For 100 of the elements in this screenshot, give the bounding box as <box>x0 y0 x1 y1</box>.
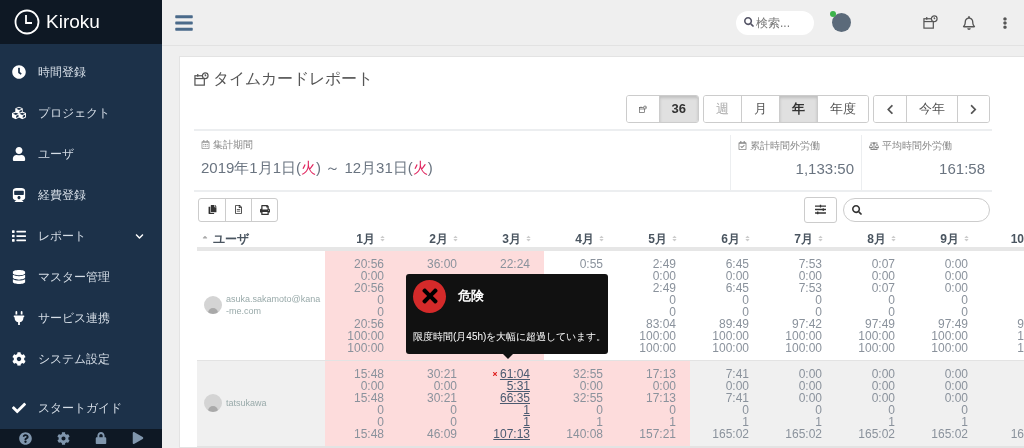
table-value: 0 <box>742 403 749 416</box>
table-value: 100:00 <box>712 341 749 354</box>
table-value: 1 <box>742 415 749 428</box>
value-link[interactable]: 1 <box>523 415 530 428</box>
settings-icon[interactable] <box>56 431 70 445</box>
table-value: 6:45 <box>725 281 749 294</box>
play-icon[interactable] <box>131 432 144 445</box>
column-header[interactable]: 2月 <box>398 229 471 248</box>
app-name: Kiroku <box>46 9 100 34</box>
clock-logo-icon <box>14 8 40 35</box>
table-value: 17:13 <box>645 367 676 380</box>
value-link[interactable]: 107:13 <box>493 427 530 440</box>
help-icon[interactable] <box>18 431 32 445</box>
sort-icon <box>963 235 970 242</box>
user-name: asuka.sakamoto@kana-me.com <box>226 293 321 317</box>
user-avatar <box>204 296 222 314</box>
avatar[interactable] <box>832 13 851 32</box>
table-value: 165:02 <box>785 427 822 440</box>
table-value: 1 <box>1017 329 1024 342</box>
table-value: 46:09 <box>426 427 457 440</box>
search-field[interactable]: 検索... <box>736 11 814 35</box>
column-header[interactable]: 1月 <box>325 229 398 248</box>
menu-icon[interactable] <box>174 12 194 33</box>
table-value: 100:00 <box>639 341 676 354</box>
column-header[interactable]: ユーザ <box>197 229 325 248</box>
sidebar-item[interactable]: プロジェクト <box>0 92 162 134</box>
table-value: 7:41 <box>725 367 749 380</box>
sidebar-item[interactable]: マスター管理 <box>0 256 162 298</box>
bell-icon[interactable] <box>962 15 976 30</box>
value-link[interactable]: 1 <box>523 403 530 416</box>
table-value: 0:00 <box>944 281 968 294</box>
value-link[interactable]: 61:04 <box>499 367 530 380</box>
table-value: 0 <box>815 403 822 416</box>
column-header[interactable]: 4月 <box>544 229 617 248</box>
table-value: 100:00 <box>347 329 384 342</box>
column-header[interactable]: 7月 <box>763 229 836 248</box>
toolbar-button[interactable]: 年 <box>779 96 817 122</box>
table-value: 0:00 <box>652 379 676 392</box>
table-value: 100:00 <box>785 329 822 342</box>
stat-label: 平均時間外労働 <box>882 139 952 153</box>
table-value: 100:00 <box>931 341 968 354</box>
table-value: 15:48 <box>353 427 384 440</box>
copy-icon <box>207 205 217 214</box>
table-value: 97:49 <box>937 317 968 330</box>
chevron-left-icon <box>886 103 894 115</box>
user-icon <box>12 147 26 162</box>
table-value: 0:00 <box>725 269 749 282</box>
sidebar-item[interactable]: 経費登録 <box>0 174 162 216</box>
column-header[interactable]: 8月 <box>836 229 909 248</box>
column-header[interactable]: 6月 <box>690 229 763 248</box>
table-value: 0:00 <box>798 367 822 380</box>
table-value: 0:00 <box>944 379 968 392</box>
table-value: 0 <box>669 305 676 318</box>
table-value: 0:00 <box>798 391 822 404</box>
filter-button[interactable] <box>804 196 837 223</box>
search-icon <box>744 17 754 27</box>
table-value: 36:00 <box>426 257 457 270</box>
table-value: 1 <box>961 415 968 428</box>
table-value: 22:24 <box>499 257 530 270</box>
column-header[interactable]: 10 <box>982 229 1024 248</box>
sort-icon <box>817 235 824 242</box>
sliders-icon <box>815 204 826 215</box>
sidebar-item[interactable]: レポート <box>0 215 162 257</box>
sort-icon <box>744 235 751 242</box>
table-value: 6:45 <box>725 257 749 270</box>
table-value: 0:55 <box>579 257 603 270</box>
sidebar-item[interactable]: スタートガイド <box>0 387 162 429</box>
clock-icon <box>12 65 26 80</box>
column-header[interactable]: 9月 <box>909 229 982 248</box>
column-header[interactable]: 5月 <box>617 229 690 248</box>
sort-icon <box>379 235 386 242</box>
toolbar-button[interactable]: 年度 <box>817 96 868 122</box>
stat-label: 累計時間外労働 <box>750 139 820 153</box>
stat-value: 1,133:50 <box>795 159 854 179</box>
table-value: 1 <box>596 415 603 428</box>
table-value: 0 <box>888 403 895 416</box>
table-value: 0 <box>450 403 457 416</box>
table-value: 0 <box>961 403 968 416</box>
table-value: 97:49 <box>864 317 895 330</box>
page-title: タイムカードレポート <box>213 69 373 89</box>
table-value: 0 <box>742 293 749 306</box>
sidebar-item[interactable]: 時間登録 <box>0 51 162 93</box>
period-label: 集計期間 <box>213 138 253 152</box>
lock-icon[interactable] <box>94 432 107 445</box>
sidebar-item[interactable]: システム設定 <box>0 338 162 380</box>
sidebar-item[interactable]: ユーザ <box>0 133 162 175</box>
table-value: 0:00 <box>798 269 822 282</box>
toolbar-button[interactable]: 36 <box>658 96 698 122</box>
table-value: 20:56 <box>353 257 384 270</box>
table-value: 0:00 <box>433 379 457 392</box>
list-icon <box>12 229 26 244</box>
table-value: 20:56 <box>353 281 384 294</box>
value-link[interactable]: 5:31 <box>506 379 530 392</box>
sidebar-item[interactable]: サービス連携 <box>0 297 162 339</box>
table-value: 0:00 <box>944 391 968 404</box>
table-value: 100:00 <box>712 329 749 342</box>
column-header[interactable]: 3月 <box>471 229 544 248</box>
table-value: 0:00 <box>944 367 968 380</box>
more-icon[interactable] <box>1000 16 1010 29</box>
value-link[interactable]: 66:35 <box>499 391 530 404</box>
